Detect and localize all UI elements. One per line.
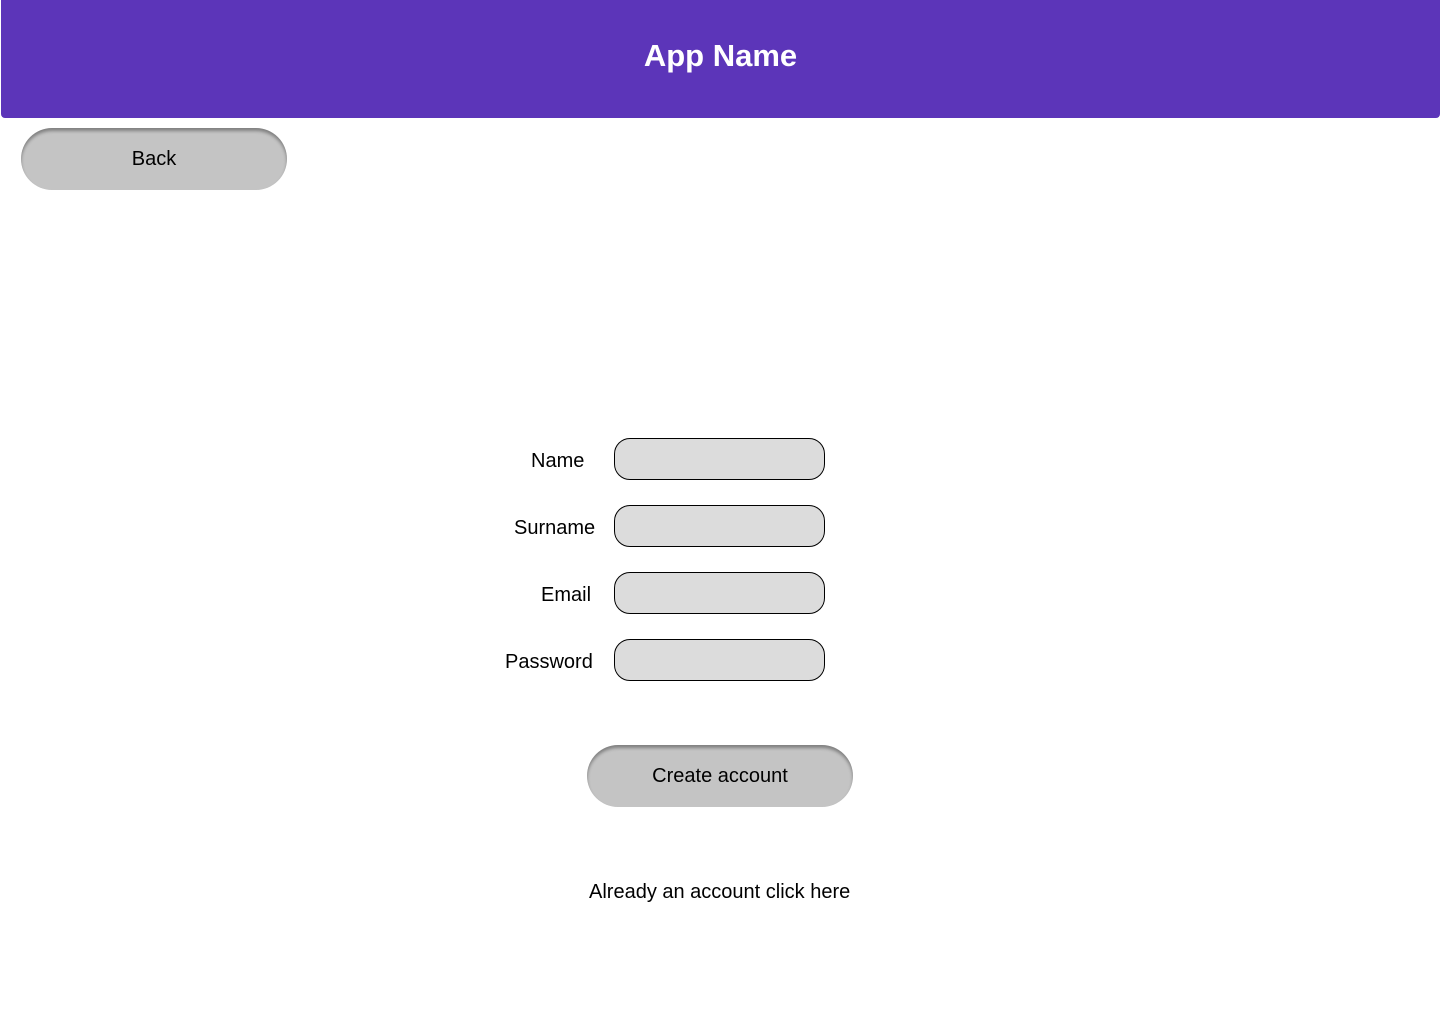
password-label: Password xyxy=(505,651,593,673)
surname-input[interactable] xyxy=(614,505,825,547)
app-title: App Name xyxy=(643,38,798,73)
email-input[interactable] xyxy=(614,572,825,614)
name-input[interactable] xyxy=(614,438,825,480)
back-button[interactable]: Back xyxy=(21,128,287,190)
surname-label: Surname xyxy=(514,517,596,539)
email-label: Email xyxy=(541,584,592,606)
login-link[interactable]: Already an account click here xyxy=(589,881,850,904)
name-label: Name xyxy=(531,450,585,472)
password-input[interactable] xyxy=(614,639,825,681)
create-account-button[interactable]: Create account xyxy=(587,745,853,807)
app-header: App Name xyxy=(1,0,1440,118)
